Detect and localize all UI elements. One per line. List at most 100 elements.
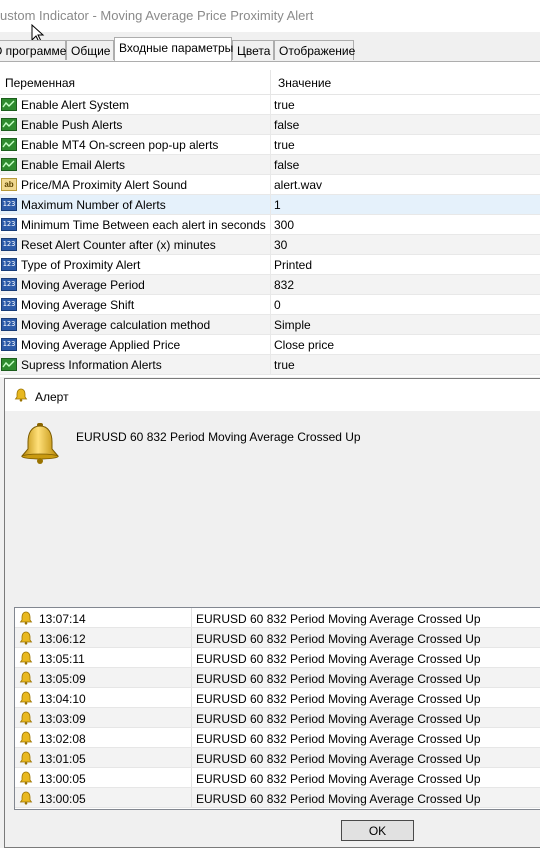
history-row[interactable]: 13:05:09 EURUSD 60 832 Period Moving Aver… [15, 668, 540, 688]
tab-about[interactable]: О программе [0, 40, 66, 60]
history-row[interactable]: 13:01:05 EURUSD 60 832 Period Moving Aver… [15, 748, 540, 768]
history-message: EURUSD 60 832 Period Moving Average Cros… [196, 692, 481, 706]
parameter-name: Enable Push Alerts [21, 118, 123, 132]
alert-title: Алерт [35, 390, 69, 404]
history-message: EURUSD 60 832 Period Moving Average Cros… [196, 732, 481, 746]
tab-visualization[interactable]: Отображение [274, 40, 355, 60]
cell-divider [270, 115, 271, 134]
history-message: EURUSD 60 832 Period Moving Average Cros… [196, 672, 481, 686]
cell-divider [270, 315, 271, 334]
history-time: 13:02:08 [39, 732, 86, 746]
bool-param-icon [1, 158, 17, 171]
column-header-variable[interactable]: Переменная [5, 76, 75, 90]
history-time: 13:05:11 [39, 652, 85, 666]
parameter-value[interactable]: false [274, 158, 299, 172]
parameter-name: Enable Alert System [21, 98, 130, 112]
int-param-icon: 123 [1, 278, 17, 291]
parameter-row[interactable]: Supress Information Alerts true [0, 355, 540, 375]
cell-divider [191, 668, 192, 687]
history-time: 13:06:12 [39, 632, 86, 646]
int-param-icon: 123 [1, 298, 17, 311]
bell-icon [19, 751, 33, 768]
bell-icon [19, 731, 33, 748]
cell-divider [191, 688, 192, 707]
properties-tabs: О программе Общие Входные параметры Цвет… [0, 37, 540, 61]
int-param-icon: 123 [1, 258, 17, 271]
ok-button[interactable]: OK [341, 820, 414, 841]
column-header-value[interactable]: Значение [278, 76, 331, 90]
int-param-icon: 123 [1, 198, 17, 211]
history-time: 13:03:09 [39, 712, 86, 726]
cell-divider [191, 708, 192, 727]
parameter-row[interactable]: 123 Moving Average calculation method Simp… [0, 315, 540, 335]
parameter-value[interactable]: true [274, 138, 295, 152]
history-message: EURUSD 60 832 Period Moving Average Cros… [196, 632, 481, 646]
window-titlebar: ustom Indicator - Moving Average Price P… [0, 0, 540, 32]
parameter-value[interactable]: Close price [274, 338, 334, 352]
bell-icon [19, 611, 33, 628]
history-row[interactable]: 13:03:09 EURUSD 60 832 Period Moving Aver… [15, 708, 540, 728]
parameter-row[interactable]: 123 Moving Average Applied Price Close pri… [0, 335, 540, 355]
parameter-name: Moving Average Shift [21, 298, 135, 312]
bell-icon [19, 771, 33, 788]
history-time: 13:04:10 [39, 692, 86, 706]
tab-colors[interactable]: Цвета [232, 40, 274, 60]
history-message: EURUSD 60 832 Period Moving Average Cros… [196, 652, 481, 666]
bell-icon [19, 631, 33, 648]
parameter-row[interactable]: ab Price/MA Proximity Alert Sound alert.wa… [0, 175, 540, 195]
parameter-value[interactable]: 0 [274, 298, 281, 312]
parameter-value[interactable]: Simple [274, 318, 311, 332]
parameter-name: Reset Alert Counter after (x) minutes [21, 238, 216, 252]
tab-inputs[interactable]: Входные параметры [114, 37, 233, 61]
cell-divider [270, 215, 271, 234]
alert-history-list[interactable]: 13:07:14 EURUSD 60 832 Period Moving Aver… [14, 607, 540, 810]
cell-divider [270, 275, 271, 294]
int-param-icon: 123 [1, 338, 17, 351]
string-param-icon: ab [1, 178, 17, 191]
bell-icon [19, 691, 33, 708]
int-param-icon: 123 [1, 318, 17, 331]
parameter-value[interactable]: false [274, 118, 299, 132]
parameter-row[interactable]: 123 Type of Proximity Alert Printed [0, 255, 540, 275]
parameter-name: Minimum Time Between each alert in secon… [21, 218, 266, 232]
parameter-row[interactable]: 123 Minimum Time Between each alert in se… [0, 215, 540, 235]
cell-divider [270, 175, 271, 194]
history-row[interactable]: 13:00:05 EURUSD 60 832 Period Moving Aver… [15, 788, 540, 808]
column-divider[interactable] [270, 70, 271, 94]
parameter-row[interactable]: Enable Email Alerts false [0, 155, 540, 175]
history-row[interactable]: 13:04:10 EURUSD 60 832 Period Moving Aver… [15, 688, 540, 708]
parameter-value[interactable]: true [274, 358, 295, 372]
parameter-row[interactable]: 123 Reset Alert Counter after (x) minutes… [0, 235, 540, 255]
parameter-value[interactable]: 300 [274, 218, 294, 232]
history-row[interactable]: 13:02:08 EURUSD 60 832 Period Moving Aver… [15, 728, 540, 748]
history-row[interactable]: 13:07:14 EURUSD 60 832 Period Moving Aver… [15, 608, 540, 628]
parameter-row[interactable]: 123 Moving Average Period 832 [0, 275, 540, 295]
parameter-row[interactable]: 123 Maximum Number of Alerts 1 [0, 195, 540, 215]
parameter-value[interactable]: true [274, 98, 295, 112]
cell-divider [270, 195, 271, 214]
parameter-row[interactable]: Enable MT4 On-screen pop-up alerts true [0, 135, 540, 155]
parameter-value[interactable]: 30 [274, 238, 287, 252]
history-message: EURUSD 60 832 Period Moving Average Cros… [196, 712, 481, 726]
alert-message: EURUSD 60 832 Period Moving Average Cros… [76, 430, 361, 444]
history-row[interactable]: 13:06:12 EURUSD 60 832 Period Moving Aver… [15, 628, 540, 648]
parameter-value[interactable]: 832 [274, 278, 294, 292]
parameter-row[interactable]: Enable Alert System true [0, 95, 540, 115]
parameter-value[interactable]: Printed [274, 258, 312, 272]
cell-divider [191, 628, 192, 647]
int-param-icon: 123 [1, 238, 17, 251]
alert-titlebar: Алерт [5, 379, 540, 411]
tab-common[interactable]: Общие [66, 40, 114, 60]
history-message: EURUSD 60 832 Period Moving Average Cros… [196, 792, 481, 806]
alert-dialog: Алерт EURUSD 60 832 Period Moving Averag… [4, 378, 540, 848]
parameter-row[interactable]: Enable Push Alerts false [0, 115, 540, 135]
parameter-value[interactable]: 1 [274, 198, 281, 212]
parameter-value[interactable]: alert.wav [274, 178, 322, 192]
cell-divider [270, 135, 271, 154]
parameter-name: Price/MA Proximity Alert Sound [21, 178, 188, 192]
history-row[interactable]: 13:00:05 EURUSD 60 832 Period Moving Aver… [15, 768, 540, 788]
parameter-name: Moving Average Period [21, 278, 145, 292]
parameter-row[interactable]: 123 Moving Average Shift 0 [0, 295, 540, 315]
inputs-panel: Переменная Значение Enable Alert System t… [0, 61, 540, 377]
history-row[interactable]: 13:05:11 EURUSD 60 832 Period Moving Aver… [15, 648, 540, 668]
